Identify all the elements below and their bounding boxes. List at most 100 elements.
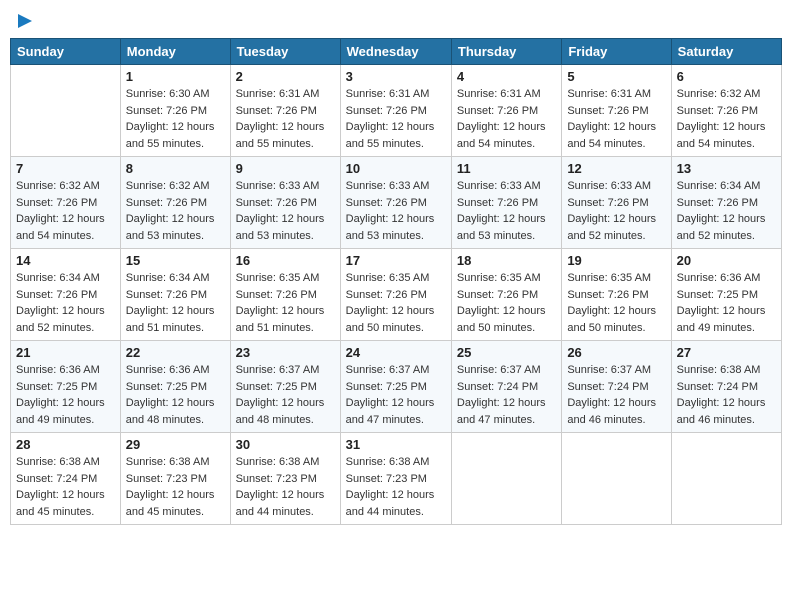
day-number: 11 bbox=[457, 161, 556, 176]
daylight: Daylight: 12 hours and 52 minutes. bbox=[16, 305, 105, 334]
sunset: Sunset: 7:26 PM bbox=[126, 105, 207, 117]
sunset: Sunset: 7:23 PM bbox=[346, 473, 427, 485]
cell-week3-day5: 19 Sunrise: 6:35 AM Sunset: 7:26 PM Dayl… bbox=[562, 249, 671, 341]
sunrise: Sunrise: 6:31 AM bbox=[346, 88, 430, 100]
header-friday: Friday bbox=[562, 39, 671, 65]
sunrise: Sunrise: 6:32 AM bbox=[126, 180, 210, 192]
day-info: Sunrise: 6:37 AM Sunset: 7:24 PM Dayligh… bbox=[567, 362, 665, 428]
sunrise: Sunrise: 6:38 AM bbox=[126, 456, 210, 468]
calendar-table: SundayMondayTuesdayWednesdayThursdayFrid… bbox=[10, 38, 782, 525]
cell-week4-day4: 25 Sunrise: 6:37 AM Sunset: 7:24 PM Dayl… bbox=[451, 341, 561, 433]
sunset: Sunset: 7:23 PM bbox=[236, 473, 317, 485]
sunset: Sunset: 7:26 PM bbox=[346, 289, 427, 301]
sunset: Sunset: 7:26 PM bbox=[677, 105, 758, 117]
sunrise: Sunrise: 6:34 AM bbox=[126, 272, 210, 284]
week-row-4: 21 Sunrise: 6:36 AM Sunset: 7:25 PM Dayl… bbox=[11, 341, 782, 433]
cell-week3-day4: 18 Sunrise: 6:35 AM Sunset: 7:26 PM Dayl… bbox=[451, 249, 561, 341]
sunrise: Sunrise: 6:30 AM bbox=[126, 88, 210, 100]
day-number: 26 bbox=[567, 345, 665, 360]
daylight: Daylight: 12 hours and 44 minutes. bbox=[236, 489, 325, 518]
daylight: Daylight: 12 hours and 51 minutes. bbox=[236, 305, 325, 334]
day-info: Sunrise: 6:33 AM Sunset: 7:26 PM Dayligh… bbox=[457, 178, 556, 244]
daylight: Daylight: 12 hours and 46 minutes. bbox=[677, 397, 766, 426]
cell-week5-day1: 29 Sunrise: 6:38 AM Sunset: 7:23 PM Dayl… bbox=[120, 433, 230, 525]
day-info: Sunrise: 6:36 AM Sunset: 7:25 PM Dayligh… bbox=[16, 362, 115, 428]
day-info: Sunrise: 6:32 AM Sunset: 7:26 PM Dayligh… bbox=[16, 178, 115, 244]
day-number: 9 bbox=[236, 161, 335, 176]
day-info: Sunrise: 6:30 AM Sunset: 7:26 PM Dayligh… bbox=[126, 86, 225, 152]
daylight: Daylight: 12 hours and 45 minutes. bbox=[16, 489, 105, 518]
sunset: Sunset: 7:24 PM bbox=[16, 473, 97, 485]
daylight: Daylight: 12 hours and 48 minutes. bbox=[126, 397, 215, 426]
day-number: 3 bbox=[346, 69, 446, 84]
cell-week1-day0 bbox=[11, 65, 121, 157]
sunset: Sunset: 7:24 PM bbox=[567, 381, 648, 393]
day-info: Sunrise: 6:33 AM Sunset: 7:26 PM Dayligh… bbox=[567, 178, 665, 244]
daylight: Daylight: 12 hours and 53 minutes. bbox=[236, 213, 325, 242]
day-info: Sunrise: 6:32 AM Sunset: 7:26 PM Dayligh… bbox=[677, 86, 776, 152]
header-tuesday: Tuesday bbox=[230, 39, 340, 65]
day-number: 18 bbox=[457, 253, 556, 268]
day-info: Sunrise: 6:36 AM Sunset: 7:25 PM Dayligh… bbox=[677, 270, 776, 336]
cell-week2-day0: 7 Sunrise: 6:32 AM Sunset: 7:26 PM Dayli… bbox=[11, 157, 121, 249]
daylight: Daylight: 12 hours and 45 minutes. bbox=[126, 489, 215, 518]
header-wednesday: Wednesday bbox=[340, 39, 451, 65]
sunrise: Sunrise: 6:32 AM bbox=[677, 88, 761, 100]
sunset: Sunset: 7:26 PM bbox=[16, 289, 97, 301]
daylight: Daylight: 12 hours and 47 minutes. bbox=[457, 397, 546, 426]
day-number: 12 bbox=[567, 161, 665, 176]
daylight: Daylight: 12 hours and 55 minutes. bbox=[236, 121, 325, 150]
cell-week1-day1: 1 Sunrise: 6:30 AM Sunset: 7:26 PM Dayli… bbox=[120, 65, 230, 157]
sunset: Sunset: 7:24 PM bbox=[677, 381, 758, 393]
daylight: Daylight: 12 hours and 54 minutes. bbox=[16, 213, 105, 242]
day-info: Sunrise: 6:31 AM Sunset: 7:26 PM Dayligh… bbox=[457, 86, 556, 152]
sunrise: Sunrise: 6:38 AM bbox=[346, 456, 430, 468]
sunrise: Sunrise: 6:35 AM bbox=[236, 272, 320, 284]
day-info: Sunrise: 6:34 AM Sunset: 7:26 PM Dayligh… bbox=[16, 270, 115, 336]
daylight: Daylight: 12 hours and 54 minutes. bbox=[457, 121, 546, 150]
sunset: Sunset: 7:26 PM bbox=[126, 197, 207, 209]
sunset: Sunset: 7:26 PM bbox=[457, 197, 538, 209]
day-info: Sunrise: 6:34 AM Sunset: 7:26 PM Dayligh… bbox=[126, 270, 225, 336]
cell-week1-day4: 4 Sunrise: 6:31 AM Sunset: 7:26 PM Dayli… bbox=[451, 65, 561, 157]
daylight: Daylight: 12 hours and 52 minutes. bbox=[677, 213, 766, 242]
sunset: Sunset: 7:26 PM bbox=[346, 105, 427, 117]
header-monday: Monday bbox=[120, 39, 230, 65]
daylight: Daylight: 12 hours and 49 minutes. bbox=[677, 305, 766, 334]
daylight: Daylight: 12 hours and 52 minutes. bbox=[567, 213, 656, 242]
sunset: Sunset: 7:24 PM bbox=[457, 381, 538, 393]
calendar-header-row: SundayMondayTuesdayWednesdayThursdayFrid… bbox=[11, 39, 782, 65]
day-number: 28 bbox=[16, 437, 115, 452]
daylight: Daylight: 12 hours and 46 minutes. bbox=[567, 397, 656, 426]
cell-week4-day2: 23 Sunrise: 6:37 AM Sunset: 7:25 PM Dayl… bbox=[230, 341, 340, 433]
day-number: 5 bbox=[567, 69, 665, 84]
cell-week5-day2: 30 Sunrise: 6:38 AM Sunset: 7:23 PM Dayl… bbox=[230, 433, 340, 525]
week-row-2: 7 Sunrise: 6:32 AM Sunset: 7:26 PM Dayli… bbox=[11, 157, 782, 249]
cell-week1-day2: 2 Sunrise: 6:31 AM Sunset: 7:26 PM Dayli… bbox=[230, 65, 340, 157]
cell-week2-day2: 9 Sunrise: 6:33 AM Sunset: 7:26 PM Dayli… bbox=[230, 157, 340, 249]
cell-week5-day0: 28 Sunrise: 6:38 AM Sunset: 7:24 PM Dayl… bbox=[11, 433, 121, 525]
day-number: 24 bbox=[346, 345, 446, 360]
day-number: 7 bbox=[16, 161, 115, 176]
daylight: Daylight: 12 hours and 51 minutes. bbox=[126, 305, 215, 334]
header bbox=[10, 10, 782, 32]
logo-arrow-icon bbox=[18, 14, 32, 28]
sunrise: Sunrise: 6:35 AM bbox=[346, 272, 430, 284]
day-number: 15 bbox=[126, 253, 225, 268]
cell-week3-day1: 15 Sunrise: 6:34 AM Sunset: 7:26 PM Dayl… bbox=[120, 249, 230, 341]
day-info: Sunrise: 6:33 AM Sunset: 7:26 PM Dayligh… bbox=[236, 178, 335, 244]
sunset: Sunset: 7:26 PM bbox=[236, 105, 317, 117]
sunset: Sunset: 7:26 PM bbox=[236, 289, 317, 301]
day-number: 17 bbox=[346, 253, 446, 268]
day-number: 13 bbox=[677, 161, 776, 176]
sunset: Sunset: 7:26 PM bbox=[126, 289, 207, 301]
sunrise: Sunrise: 6:32 AM bbox=[16, 180, 100, 192]
sunset: Sunset: 7:25 PM bbox=[16, 381, 97, 393]
cell-week2-day3: 10 Sunrise: 6:33 AM Sunset: 7:26 PM Dayl… bbox=[340, 157, 451, 249]
day-info: Sunrise: 6:38 AM Sunset: 7:24 PM Dayligh… bbox=[677, 362, 776, 428]
cell-week5-day3: 31 Sunrise: 6:38 AM Sunset: 7:23 PM Dayl… bbox=[340, 433, 451, 525]
header-sunday: Sunday bbox=[11, 39, 121, 65]
week-row-3: 14 Sunrise: 6:34 AM Sunset: 7:26 PM Dayl… bbox=[11, 249, 782, 341]
sunrise: Sunrise: 6:33 AM bbox=[457, 180, 541, 192]
day-number: 31 bbox=[346, 437, 446, 452]
